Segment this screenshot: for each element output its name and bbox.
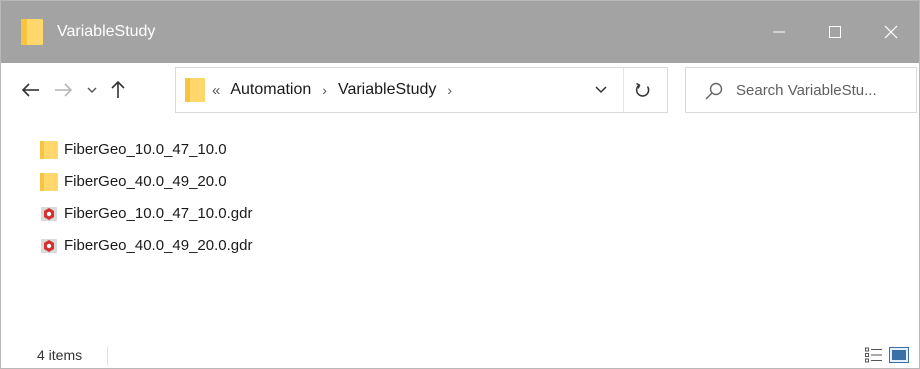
breadcrumb-overflow[interactable]: « xyxy=(212,82,220,99)
back-arrow-icon xyxy=(22,83,39,97)
minimize-button[interactable] xyxy=(751,1,807,63)
up-button[interactable] xyxy=(106,78,130,102)
search-box[interactable] xyxy=(685,67,917,113)
item-count: 4 items xyxy=(37,347,83,363)
refresh-button[interactable] xyxy=(631,79,655,101)
navigation-bar: « Automation › VariableStudy › xyxy=(1,63,919,117)
breadcrumb-chevron-icon[interactable]: › xyxy=(322,82,327,98)
address-bar[interactable]: « Automation › VariableStudy › xyxy=(175,67,668,113)
status-bar: 4 items xyxy=(1,341,919,369)
refresh-icon xyxy=(635,82,650,97)
file-name: FiberGeo_10.0_47_10.0 xyxy=(64,141,227,158)
close-button[interactable] xyxy=(863,1,919,63)
details-view-icon[interactable] xyxy=(865,347,883,363)
folder-icon xyxy=(38,171,60,193)
status-divider xyxy=(107,347,108,365)
close-icon xyxy=(884,25,898,39)
gdr-file-icon xyxy=(38,203,60,225)
chevron-down-icon xyxy=(595,86,607,94)
file-list: FiberGeo_10.0_47_10.0 FiberGeo_40.0_49_2… xyxy=(37,134,437,262)
forward-button[interactable] xyxy=(51,78,75,102)
recent-locations-button[interactable] xyxy=(80,78,104,102)
minimize-icon xyxy=(773,31,785,33)
window-title: VariableStudy xyxy=(57,23,156,40)
search-icon xyxy=(705,82,723,100)
list-item[interactable]: FiberGeo_40.0_49_20.0.gdr xyxy=(37,230,437,262)
breadcrumb-automation[interactable]: Automation xyxy=(230,81,311,99)
file-name: FiberGeo_40.0_49_20.0 xyxy=(64,173,227,190)
breadcrumb: « Automation › VariableStudy › xyxy=(212,68,463,112)
chevron-down-icon xyxy=(87,87,97,93)
back-button[interactable] xyxy=(19,78,43,102)
forward-arrow-icon xyxy=(55,83,72,97)
maximize-icon xyxy=(829,26,841,38)
file-name: FiberGeo_10.0_47_10.0.gdr xyxy=(64,205,253,222)
list-item[interactable]: FiberGeo_10.0_47_10.0 xyxy=(37,134,437,166)
gdr-file-icon xyxy=(38,235,60,257)
breadcrumb-chevron-icon[interactable]: › xyxy=(447,82,452,98)
breadcrumb-variablestudy[interactable]: VariableStudy xyxy=(338,81,436,99)
list-item[interactable]: FiberGeo_10.0_47_10.0.gdr xyxy=(37,198,437,230)
folder-icon xyxy=(38,139,60,161)
title-bar[interactable]: VariableStudy xyxy=(1,1,919,63)
large-icons-view-icon[interactable] xyxy=(889,347,909,363)
folder-icon xyxy=(185,78,205,102)
search-input[interactable] xyxy=(736,77,914,103)
up-arrow-icon xyxy=(111,81,125,98)
explorer-window: VariableStudy « Automation › VariableStu… xyxy=(0,0,920,369)
address-divider xyxy=(623,68,624,112)
file-name: FiberGeo_40.0_49_20.0.gdr xyxy=(64,237,253,254)
list-item[interactable]: FiberGeo_40.0_49_20.0 xyxy=(37,166,437,198)
address-history-button[interactable] xyxy=(591,80,611,100)
folder-icon xyxy=(21,19,43,45)
maximize-button[interactable] xyxy=(807,1,863,63)
